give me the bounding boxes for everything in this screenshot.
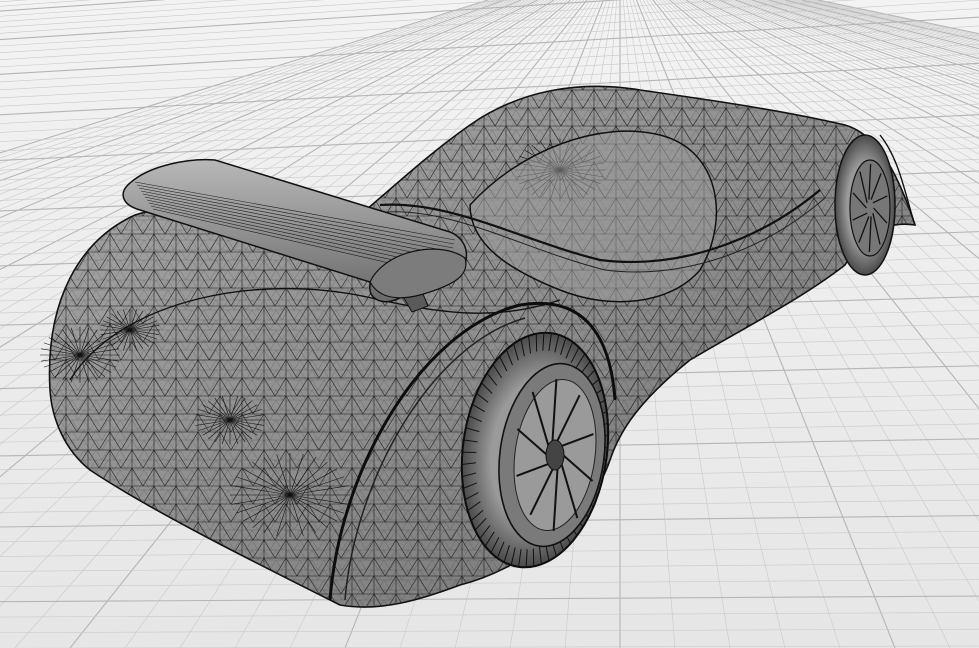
viewport-canvas[interactable] <box>0 0 979 648</box>
3d-viewport[interactable] <box>0 0 979 648</box>
